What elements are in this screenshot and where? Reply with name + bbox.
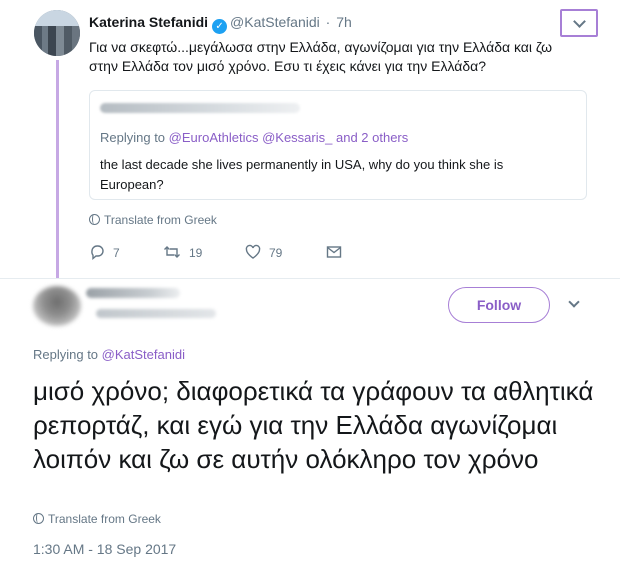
direct-message-button[interactable]: [326, 244, 350, 260]
translate-label: Translate from Greek: [104, 213, 217, 227]
reply-count: 7: [113, 246, 120, 260]
reply-author-name-redacted[interactable]: [86, 288, 180, 298]
reply-button[interactable]: 7: [89, 244, 120, 260]
reply-replying-to: Replying to @KatStefanidi: [33, 347, 185, 362]
verified-badge-icon: ✓: [212, 19, 228, 34]
quoted-author-redacted: [100, 103, 300, 113]
reply-translate-link[interactable]: Translate from Greek: [33, 512, 161, 526]
reply-author-avatar-redacted[interactable]: [33, 286, 81, 326]
tweet-header: Katerina Stefanidi ✓ @KatStefanidi · 7h: [89, 14, 352, 34]
reply-author-handle-redacted[interactable]: [96, 309, 216, 318]
like-count: 79: [269, 246, 283, 260]
quoted-replying-to: Replying to @EuroAthletics @Kessaris_ an…: [100, 130, 408, 145]
quoted-mentions[interactable]: @EuroAthletics @Kessaris_: [169, 130, 333, 145]
tweet-actions: 7 19 79: [89, 244, 389, 264]
chevron-down-icon[interactable]: [568, 296, 580, 308]
retweet-button[interactable]: 19: [163, 244, 202, 260]
translate-link[interactable]: Translate from Greek: [89, 213, 217, 227]
tweet-time[interactable]: 7h: [336, 14, 352, 30]
like-button[interactable]: 79: [245, 244, 282, 260]
replying-prefix: Replying to: [33, 347, 99, 362]
retweet-count: 19: [189, 246, 203, 260]
direct-message-icon: [326, 246, 342, 258]
quoted-replying-prefix: Replying to: [100, 130, 166, 145]
globe-icon: [33, 513, 44, 524]
tweet-divider: [0, 278, 620, 279]
tweet-text: Για να σκεφτώ...μεγάλωσα στην Ελλάδα, αγ…: [89, 39, 553, 74]
like-icon: [245, 244, 261, 259]
avatar-cityscape: [34, 26, 80, 56]
author-handle[interactable]: @KatStefanidi: [230, 14, 320, 30]
original-tweet: Katerina Stefanidi ✓ @KatStefanidi · 7h Γι…: [0, 0, 620, 278]
header-separator: ·: [325, 14, 331, 30]
reply-timestamp[interactable]: 1:30 AM - 18 Sep 2017: [33, 541, 176, 557]
retweet-icon: [164, 246, 180, 258]
reply-tweet-text: μισό χρόνο; διαφορετικά τα γράφουν τα αθ…: [33, 376, 594, 474]
author-name[interactable]: Katerina Stefanidi: [89, 14, 208, 30]
thread-connector-line: [56, 60, 59, 278]
replying-mention[interactable]: @KatStefanidi: [102, 347, 185, 362]
reply-icon: [91, 245, 104, 260]
tweet-options-button[interactable]: [560, 9, 598, 37]
quoted-tweet-text: the last decade she lives permanently in…: [100, 157, 504, 192]
author-avatar[interactable]: [34, 10, 80, 56]
quoted-others-link[interactable]: and 2 others: [336, 130, 408, 145]
globe-icon: [89, 214, 100, 225]
quoted-tweet[interactable]: Replying to @EuroAthletics @Kessaris_ an…: [89, 90, 587, 200]
follow-button[interactable]: Follow: [448, 287, 550, 323]
reply-translate-label: Translate from Greek: [48, 512, 161, 526]
chevron-down-icon: [573, 15, 586, 28]
